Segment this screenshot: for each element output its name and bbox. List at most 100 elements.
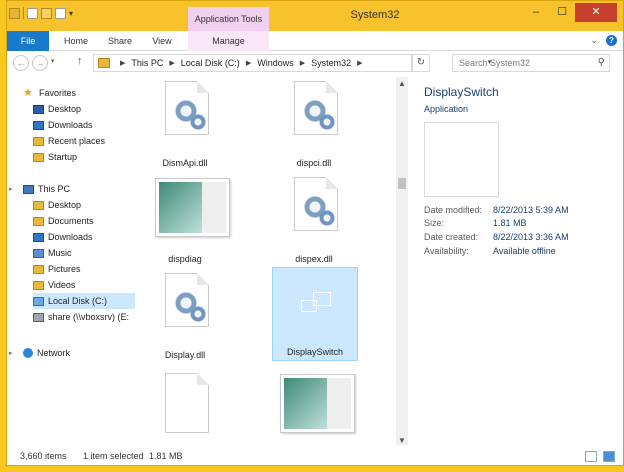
help-icon[interactable]: ? (606, 35, 617, 46)
desktop-icon (33, 104, 44, 114)
dll-file-icon (294, 177, 338, 231)
details-value: 8/22/2013 3:36 AM (493, 232, 569, 242)
details-value: 1.81 MB (493, 218, 527, 228)
search-icon[interactable]: ⚲ (598, 55, 605, 71)
nav-favorites-startup[interactable]: Startup (33, 149, 77, 165)
expand-icon[interactable]: ▸ (9, 185, 13, 193)
display-switch-icon (287, 278, 345, 333)
recent-locations-icon[interactable]: ▾ (51, 57, 55, 65)
breadcrumb-system32[interactable]: System32 (311, 58, 351, 68)
maximize-button[interactable]: ☐ (549, 3, 575, 22)
file-grid: DismApi.dll dispci.dll dispdiag dispex.d… (142, 77, 395, 442)
nav-pc-music[interactable]: Music (33, 245, 72, 261)
scroll-thumb[interactable] (398, 178, 406, 189)
details-row-created: Date created: 8/22/2013 3:36 AM (424, 232, 569, 242)
file-name: dispex.dll (295, 254, 333, 264)
file-item-thumbnail[interactable] (267, 369, 355, 442)
nav-pc-desktop[interactable]: Desktop (33, 197, 81, 213)
downloads-icon (33, 120, 44, 130)
details-key: Availability: (424, 246, 469, 256)
nav-label: Startup (48, 152, 78, 162)
back-button[interactable]: ← (13, 55, 29, 71)
refresh-button[interactable]: ↻ (412, 54, 430, 72)
title-bar: ▾ Application Tools System32 – ☐ ✕ (7, 1, 623, 31)
details-row-size: Size: 1.81 MB (424, 218, 527, 228)
details-pane: DisplaySwitch Application Date modified:… (413, 77, 619, 442)
dll-file-icon (165, 81, 209, 135)
file-item-dismapi[interactable]: DismApi.dll (142, 77, 228, 171)
nav-pc-local-disk[interactable]: Local Disk (C:) (33, 293, 135, 309)
details-row-availability: Availability: Available offline (424, 246, 556, 256)
nav-label: Music (48, 248, 72, 258)
up-button[interactable]: ↑ (77, 55, 83, 67)
nav-favorites[interactable]: ★ Favorites (23, 85, 76, 101)
selection-size: 1.81 MB (149, 451, 183, 461)
file-item-dispex[interactable]: dispex.dll (271, 173, 357, 267)
music-icon (33, 248, 44, 258)
computer-icon (23, 184, 34, 194)
tab-view[interactable]: View (144, 31, 180, 51)
details-file-name: DisplaySwitch (424, 85, 499, 99)
tab-home[interactable]: Home (57, 31, 95, 51)
details-view-icon[interactable] (585, 451, 597, 462)
details-key: Date created: (424, 232, 479, 242)
nav-network[interactable]: Network (23, 345, 70, 361)
tab-manage[interactable]: Manage (188, 31, 269, 51)
downloads-icon (33, 232, 44, 242)
file-item-displayswitch[interactable]: DisplaySwitch (272, 267, 358, 361)
expand-icon[interactable]: ▸ (9, 349, 13, 357)
vertical-scrollbar[interactable]: ▲ ▼ (396, 77, 408, 447)
item-count: 3,660 items (20, 451, 67, 461)
details-value: Available offline (493, 246, 556, 256)
file-item-blank[interactable] (142, 369, 228, 442)
nav-this-pc[interactable]: This PC (23, 181, 70, 197)
tab-share[interactable]: Share (101, 31, 139, 51)
large-icons-view-icon[interactable] (603, 451, 615, 462)
documents-icon (33, 216, 44, 226)
chevron-right-icon[interactable]: ▶ (357, 59, 362, 67)
nav-pc-pictures[interactable]: Pictures (33, 261, 81, 277)
file-item-dispdiag[interactable]: dispdiag (142, 173, 230, 267)
dll-file-icon (165, 273, 209, 327)
address-row: ← → ▾ ↑ ▶ This PC ▶ Local Disk (C:) ▶ Wi… (7, 52, 623, 74)
scroll-down-icon[interactable]: ▼ (396, 436, 408, 445)
nav-label: Videos (48, 280, 76, 290)
nav-favorites-desktop[interactable]: Desktop (33, 101, 81, 117)
file-name: DismApi.dll (162, 158, 208, 168)
ribbon-controls: ⌄ ? (590, 35, 617, 46)
nav-favorites-downloads[interactable]: Downloads (33, 117, 93, 133)
nav-pc-downloads[interactable]: Downloads (33, 229, 93, 245)
expand-ribbon-icon[interactable]: ⌄ (590, 35, 598, 46)
close-button[interactable]: ✕ (575, 3, 617, 22)
minimize-button[interactable]: – (523, 3, 549, 22)
address-bar[interactable]: ▶ This PC ▶ Local Disk (C:) ▶ Windows ▶ … (93, 54, 491, 72)
file-icon (165, 373, 209, 433)
breadcrumb-local-disk[interactable]: Local Disk (C:) (181, 58, 240, 68)
nav-pc-videos[interactable]: Videos (33, 277, 75, 293)
chevron-right-icon[interactable]: ▶ (120, 59, 125, 67)
recent-places-icon (33, 136, 44, 146)
network-icon (23, 348, 33, 358)
star-icon: ★ (23, 87, 33, 99)
nav-favorites-recent[interactable]: Recent places (33, 133, 105, 149)
nav-label: Local Disk (C:) (48, 296, 108, 306)
chevron-right-icon[interactable]: ▶ (300, 59, 305, 67)
breadcrumb-windows[interactable]: Windows (257, 58, 294, 68)
breadcrumb-this-pc[interactable]: This PC (131, 58, 163, 68)
file-item-dispci[interactable]: dispci.dll (271, 77, 357, 171)
search-input[interactable]: Search System32 ⚲ (452, 54, 610, 72)
file-item-display-dll[interactable]: Display.dll (142, 269, 228, 363)
chevron-right-icon[interactable]: ▶ (246, 59, 251, 67)
details-key: Size: (424, 218, 445, 228)
scroll-up-icon[interactable]: ▲ (396, 79, 408, 88)
details-file-type: Application (424, 104, 469, 114)
nav-label: This PC (38, 184, 71, 194)
forward-button[interactable]: → (32, 55, 48, 71)
tab-file[interactable]: File (7, 31, 49, 51)
chevron-right-icon[interactable]: ▶ (169, 59, 174, 67)
nav-label: Downloads (48, 120, 93, 130)
drive-icon (33, 296, 44, 306)
folder-icon (33, 200, 44, 210)
nav-pc-documents[interactable]: Documents (33, 213, 94, 229)
nav-pc-share[interactable]: share (\\vboxsrv) (E: (33, 309, 129, 325)
